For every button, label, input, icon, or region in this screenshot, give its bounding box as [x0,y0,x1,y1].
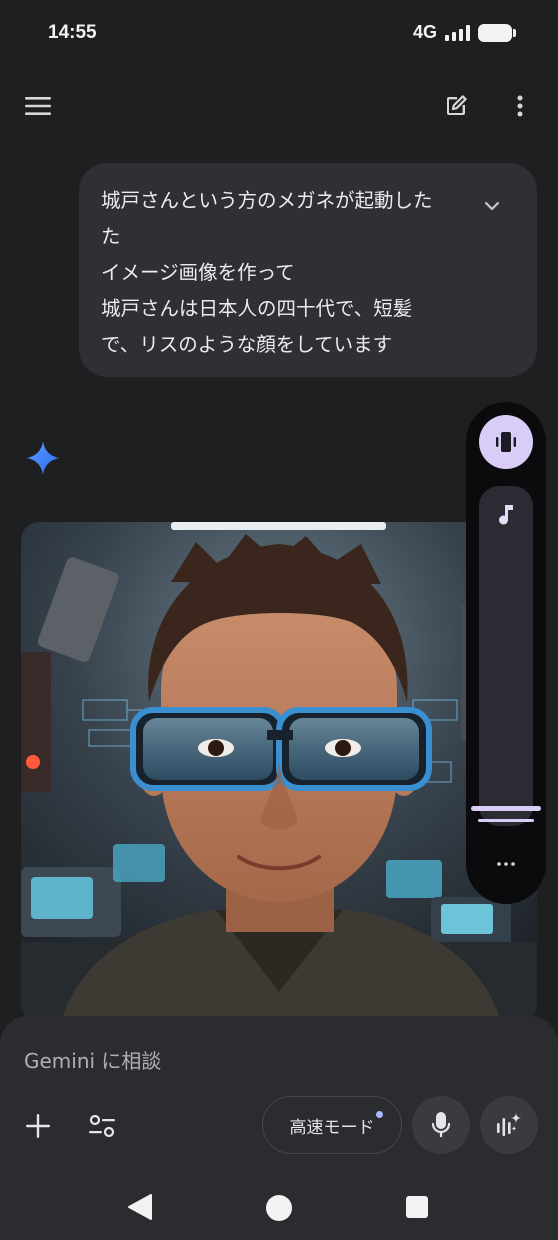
mode-label: 高速モード [289,1117,375,1138]
nav-recents-button[interactable] [406,1196,428,1218]
user-message-text: 城戸さんという方のメガネが起動した た イメージ画像を作って 城戸さんは日本人の… [101,189,433,356]
mode-selector-chip[interactable]: 高速モード [262,1096,402,1154]
status-bar: 14:55 4G [0,0,558,68]
portrait-illustration [21,522,537,1022]
expand-message-button[interactable] [481,195,503,217]
slider-track [471,806,541,811]
chevron-down-icon [484,201,500,211]
slider-handle[interactable] [478,819,534,822]
more-vert-icon [517,95,523,117]
tools-button[interactable] [84,1108,120,1144]
new-indicator-dot [376,1111,383,1118]
new-chat-button[interactable] [440,90,472,122]
more-horiz-icon [497,862,515,866]
gemini-spark-icon [26,441,60,475]
status-time: 14:55 [48,22,97,43]
generated-image[interactable] [21,522,537,1022]
user-message-bubble: 城戸さんという方のメガネが起動した た イメージ画像を作って 城戸さんは日本人の… [79,163,537,377]
vibrate-toggle-button[interactable] [479,415,533,469]
menu-button[interactable] [22,90,54,122]
nav-home-button[interactable] [266,1195,292,1221]
mic-button[interactable] [412,1096,470,1154]
more-options-button[interactable] [504,90,536,122]
panel-more-button[interactable] [494,856,518,872]
tune-icon [89,1114,115,1138]
network-label: 4G [412,22,437,42]
plus-icon [26,1114,50,1138]
add-attachment-button[interactable] [20,1108,56,1144]
hamburger-menu-icon [25,97,51,115]
screen: 14:55 4G 城戸さんという方のメガネが起動した た イメージ画像を作って … [0,0,558,1240]
nav-back-button[interactable] [127,1193,153,1221]
gemini-live-icon [497,1113,521,1136]
status-icons: 4G [412,22,516,43]
vibrate-icon [496,432,516,452]
volume-slider[interactable] [479,486,533,826]
music-note-icon [499,505,513,525]
edit-icon [447,95,467,115]
app-bar [0,76,558,136]
prompt-input[interactable]: Gemini に相談 [24,1045,161,1074]
signal-icon [445,24,470,41]
floating-media-panel [466,402,546,904]
battery-icon [478,23,516,42]
mic-icon [431,1112,451,1137]
gemini-live-button[interactable] [480,1096,538,1154]
